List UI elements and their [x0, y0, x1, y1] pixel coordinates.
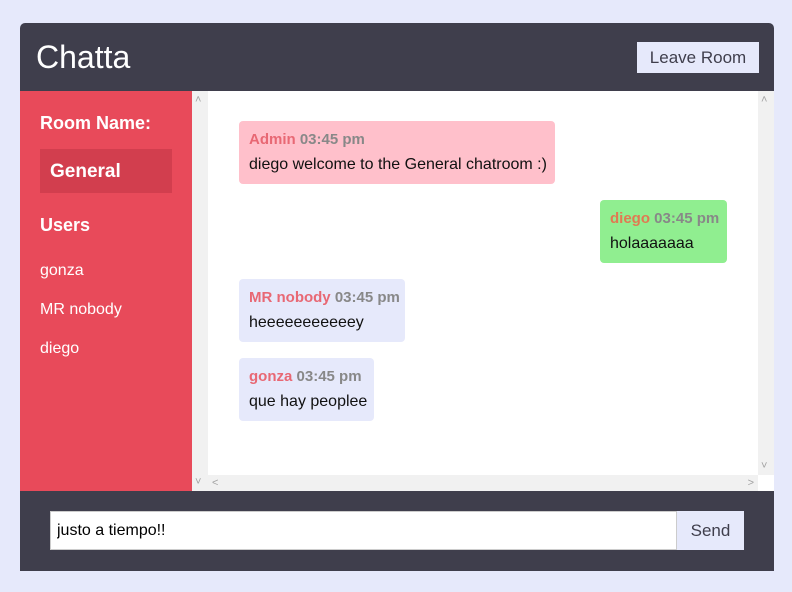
message-text: heeeeeeeeeeey	[249, 314, 364, 331]
vertical-scrollbar-left[interactable]: ˄ ˅	[192, 91, 208, 491]
send-button[interactable]: Send	[677, 511, 744, 550]
message-author: diego	[610, 210, 650, 227]
message-time: 03:45 pm	[334, 289, 400, 306]
message-composer: Send	[20, 491, 774, 571]
scroll-left-arrow-icon[interactable]: ˂	[212, 477, 218, 489]
user-item: diego	[40, 340, 80, 357]
app-header: Chatta Leave Room	[20, 23, 774, 91]
vertical-scrollbar[interactable]: ˄ ˅	[758, 91, 774, 475]
room-name-badge: General	[40, 149, 172, 193]
chat-message: gonza 03:45 pm que hay peoplee	[239, 358, 374, 421]
chat-messages-panel: ˄ ˅ Admin 03:45 pm diego welcome to the …	[192, 91, 774, 491]
message-author: Admin	[249, 131, 296, 148]
message-author: MR nobody	[249, 289, 331, 306]
scroll-right-arrow-icon[interactable]: ˃	[748, 477, 754, 489]
leave-room-button[interactable]: Leave Room	[637, 42, 759, 73]
message-author: gonza	[249, 368, 293, 385]
message-input[interactable]	[50, 511, 677, 550]
chat-message: MR nobody 03:45 pm heeeeeeeeeeey	[239, 279, 405, 342]
scroll-down-arrow-icon[interactable]: ˅	[761, 460, 767, 472]
message-text: diego welcome to the General chatroom :)	[249, 156, 547, 173]
message-time: 03:45 pm	[296, 368, 362, 385]
room-name-label: Room Name:	[40, 113, 152, 133]
scroll-up-arrow-icon[interactable]: ˄	[761, 94, 767, 106]
chat-app: Chatta Leave Room Room Name: General Use…	[20, 23, 774, 571]
user-item: gonza	[40, 262, 84, 279]
chat-message-own: diego 03:45 pm holaaaaaaa	[600, 200, 727, 263]
message-time: 03:45 pm	[654, 210, 720, 227]
scroll-down-arrow-icon[interactable]: ˅	[195, 476, 201, 488]
scroll-up-arrow-icon[interactable]: ˄	[195, 94, 201, 106]
chat-message: Admin 03:45 pm diego welcome to the Gene…	[239, 121, 555, 184]
sidebar: Room Name: General Users gonza MR nobody…	[20, 91, 192, 491]
user-item: MR nobody	[40, 301, 122, 318]
message-text: que hay peoplee	[249, 393, 368, 410]
users-label: Users	[40, 215, 91, 235]
message-time: 03:45 pm	[299, 131, 365, 148]
message-text: holaaaaaaa	[610, 235, 694, 252]
app-title: Chatta	[36, 39, 131, 75]
room-name: General	[50, 161, 121, 182]
user-list: gonza MR nobody diego	[40, 261, 122, 378]
horizontal-scrollbar[interactable]: ˂ ˃	[208, 475, 758, 491]
